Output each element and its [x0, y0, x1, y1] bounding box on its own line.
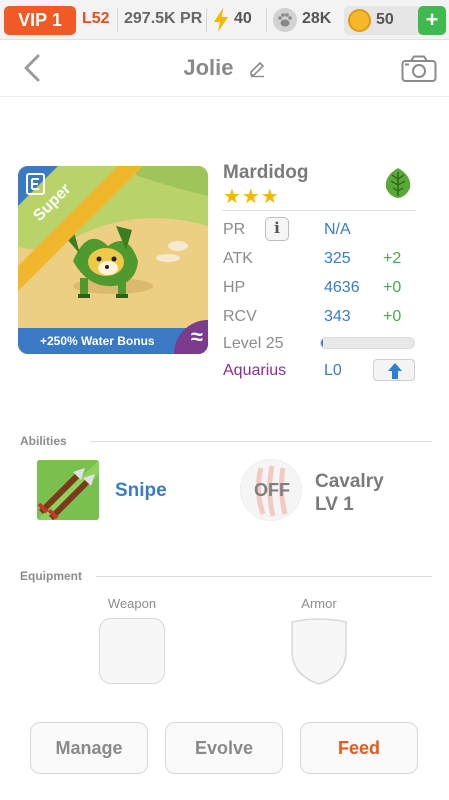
- page-title: Jolie: [0, 55, 449, 81]
- ability-name[interactable]: Snipe: [115, 480, 167, 502]
- info-button[interactable]: i: [265, 217, 289, 241]
- abilities-header: Abilities: [20, 434, 67, 448]
- coin-count: 50: [376, 11, 394, 28]
- zodiac-upgrade-button[interactable]: [373, 359, 415, 381]
- pet-portrait[interactable]: Super +250% Water Bonus ≈: [18, 166, 208, 354]
- divider: [206, 8, 207, 32]
- atk-label: ATK: [223, 250, 253, 267]
- equipment-header: Equipment: [20, 569, 82, 583]
- title-bar: Jolie: [0, 41, 449, 97]
- atk-bonus: +2: [383, 250, 402, 267]
- armor-slot[interactable]: [286, 618, 352, 686]
- rcv-label: RCV: [223, 308, 257, 325]
- card-icon: [26, 173, 45, 195]
- arrows-icon: [37, 460, 99, 520]
- zodiac-level: L0: [324, 362, 342, 379]
- divider: [266, 8, 267, 32]
- pencil-icon[interactable]: [248, 60, 266, 78]
- coin-panel: 50 +: [344, 6, 446, 35]
- pr-value: N/A: [324, 221, 351, 238]
- camera-icon[interactable]: [401, 55, 437, 83]
- zodiac-label: Aquarius: [223, 362, 287, 379]
- feed-button[interactable]: Feed: [300, 722, 418, 774]
- skill-status: OFF: [254, 480, 290, 500]
- vip-badge[interactable]: VIP 1: [4, 6, 76, 35]
- divider: [117, 8, 118, 32]
- atk-value: 325: [324, 250, 351, 267]
- rcv-value: 343: [324, 308, 351, 325]
- skill-level: LV 1: [315, 494, 354, 515]
- leaf-icon: [382, 167, 414, 199]
- paw-count: 28K: [302, 10, 332, 27]
- evolve-button[interactable]: Evolve: [165, 722, 283, 774]
- xp-progress-bar: [320, 337, 415, 349]
- player-level: L52: [82, 10, 110, 27]
- divider: [96, 576, 432, 577]
- pr-label: PR: [223, 221, 246, 238]
- paw-icon: [273, 8, 297, 32]
- hp-label: HP: [223, 279, 246, 296]
- status-bar: VIP 1 L52 297.5K PR 40 28K 50 +: [0, 0, 449, 40]
- hp-bonus: +0: [383, 279, 402, 296]
- rcv-bonus: +0: [383, 308, 402, 325]
- pet-nickname: Jolie: [183, 55, 234, 80]
- divider: [222, 210, 416, 211]
- armor-label: Armor: [301, 596, 337, 611]
- coin-icon: [348, 9, 371, 32]
- level-label: Level 25: [223, 335, 284, 352]
- energy-count: 40: [234, 10, 252, 27]
- pet-species: Mardidog: [223, 162, 309, 183]
- manage-button[interactable]: Manage: [30, 722, 148, 774]
- xp-progress-fill: [321, 338, 323, 348]
- lightning-icon: [214, 8, 228, 32]
- hp-value: 4636: [324, 279, 360, 296]
- skill-toggle[interactable]: OFF: [240, 459, 302, 521]
- skill-name: Cavalry LV 1: [315, 470, 384, 516]
- divider: [90, 441, 432, 442]
- arrow-up-icon: [388, 363, 402, 379]
- snipe-ability-icon[interactable]: [37, 460, 99, 520]
- add-coins-button[interactable]: +: [418, 6, 446, 35]
- player-pr: 297.5K PR: [124, 10, 203, 27]
- skill-title: Cavalry: [315, 471, 384, 492]
- weapon-label: Weapon: [107, 596, 157, 611]
- weapon-slot[interactable]: [99, 618, 165, 684]
- star-rating: ★★★: [223, 186, 280, 208]
